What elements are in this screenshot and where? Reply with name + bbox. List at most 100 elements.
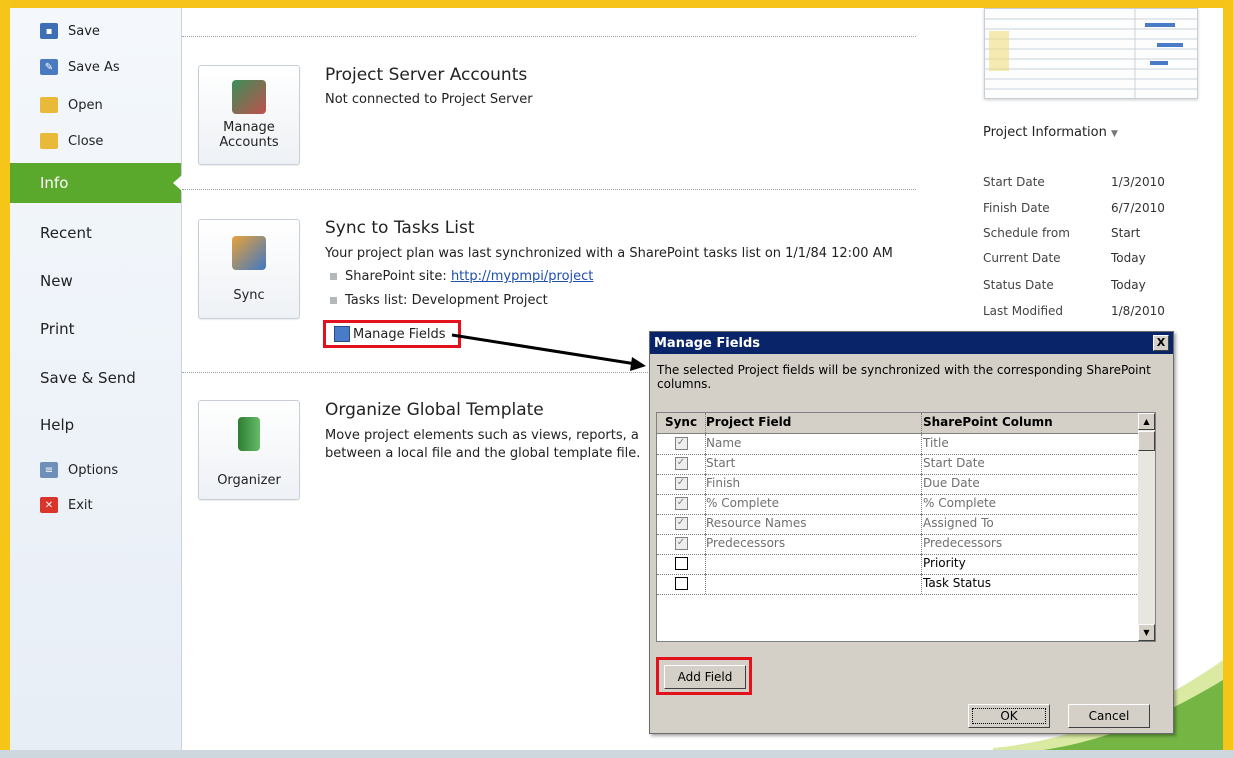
project-field-cell[interactable]: Name — [706, 436, 741, 450]
table-row[interactable]: ✓ Finish Due Date — [657, 474, 1143, 495]
backstage-view: ▪ Save ✎ Save As Open Close Info Recent … — [10, 8, 1223, 750]
organizer-icon — [238, 417, 260, 451]
table-row[interactable]: ✓ Predecessors Predecessors — [657, 534, 1143, 555]
tab-info[interactable]: Info — [10, 163, 182, 203]
table-row[interactable]: ✓ Name Title — [657, 434, 1143, 455]
sharepoint-site-link[interactable]: http://mypmpi/project — [451, 269, 593, 284]
add-field-highlight — [656, 657, 752, 695]
col-project-field[interactable]: Project Field — [706, 415, 791, 429]
sync-checkbox[interactable] — [674, 577, 688, 590]
sync-checkbox[interactable]: ✓ — [674, 477, 688, 490]
info-row: Start Date 1/3/2010 — [983, 175, 1203, 189]
bottom-border — [0, 750, 1233, 758]
options-icon: ≡ — [40, 462, 58, 478]
nav-exit[interactable]: ✕ Exit — [10, 490, 181, 520]
tab-save-send[interactable]: Save & Send — [10, 358, 181, 398]
chevron-down-icon: ▼ — [1111, 129, 1118, 139]
table-row[interactable]: ✓ Resource Names Assigned To — [657, 514, 1143, 535]
dialog-close-button[interactable]: X — [1153, 335, 1169, 351]
table-row[interactable]: ✓ Start Start Date — [657, 454, 1143, 475]
project-field-cell[interactable]: Resource Names — [706, 516, 807, 530]
tab-new[interactable]: New — [10, 261, 181, 301]
tab-new-label: New — [40, 272, 73, 290]
sync-cell: ✓ — [657, 456, 705, 470]
sharepoint-column-cell: Priority — [923, 556, 966, 570]
col-sync[interactable]: Sync — [657, 415, 705, 429]
nav-options[interactable]: ≡ Options — [10, 455, 181, 485]
info-value[interactable]: Today — [1111, 278, 1146, 292]
grid-scrollbar[interactable]: ▲ ▼ — [1138, 413, 1155, 641]
sync-checkbox[interactable]: ✓ — [674, 457, 688, 470]
project-info-title: Project Information — [983, 125, 1107, 140]
nav-options-label: Options — [68, 462, 119, 478]
info-value: 1/8/2010 — [1111, 304, 1165, 318]
project-field-cell[interactable]: Predecessors — [706, 536, 785, 550]
sync-title: Sync to Tasks List — [325, 218, 475, 238]
project-thumbnail — [984, 8, 1198, 99]
tab-help[interactable]: Help — [10, 405, 181, 445]
manage-accounts-label-1: Manage — [223, 120, 275, 135]
nav-open[interactable]: Open — [10, 90, 181, 120]
ok-label: OK — [1000, 709, 1018, 723]
sync-icon — [232, 236, 266, 270]
nav-close-label: Close — [68, 133, 104, 149]
sync-checkbox[interactable]: ✓ — [674, 517, 688, 530]
project-field-cell[interactable]: Start — [706, 456, 735, 470]
table-row[interactable]: Priority — [657, 554, 1143, 575]
project-info-dropdown[interactable]: Project Information ▼ — [983, 125, 1118, 140]
nav-save[interactable]: ▪ Save — [10, 16, 181, 46]
info-value[interactable]: 6/7/2010 — [1111, 201, 1165, 215]
callout-arrow — [451, 333, 646, 371]
nav-close[interactable]: Close — [10, 126, 181, 156]
sharepoint-column-cell: Due Date — [923, 476, 980, 490]
info-value[interactable]: 1/3/2010 — [1111, 175, 1165, 189]
save-icon: ▪ — [40, 23, 58, 39]
backstage-nav: ▪ Save ✎ Save As Open Close Info Recent … — [10, 8, 182, 750]
close-icon: X — [1156, 336, 1166, 349]
exit-icon: ✕ — [40, 497, 58, 513]
manage-accounts-button[interactable]: Manage Accounts — [198, 65, 300, 165]
cancel-label: Cancel — [1088, 709, 1130, 723]
project-field-cell[interactable]: Finish — [706, 476, 740, 490]
info-label: Start Date — [983, 175, 1045, 189]
cancel-button[interactable]: Cancel — [1068, 704, 1150, 728]
sync-cell — [657, 576, 705, 590]
table-row[interactable]: ✓ % Complete % Complete — [657, 494, 1143, 515]
organizer-button-label: Organizer — [217, 473, 281, 488]
tasks-list-label: Tasks list: — [345, 293, 408, 308]
info-row: Schedule from Start — [983, 226, 1203, 240]
tab-recent[interactable]: Recent — [10, 213, 181, 253]
sync-checkbox[interactable] — [674, 557, 688, 570]
sync-button[interactable]: Sync — [198, 219, 300, 319]
manage-fields-link[interactable]: Manage Fields — [323, 320, 461, 348]
sharepoint-column-cell: % Complete — [923, 496, 997, 510]
tab-help-label: Help — [40, 416, 75, 434]
tab-save-send-label: Save & Send — [40, 369, 136, 387]
project-field-cell[interactable]: % Complete — [706, 496, 779, 510]
close-folder-icon — [40, 133, 58, 149]
sync-checkbox[interactable]: ✓ — [674, 537, 688, 550]
tasks-list-line: Tasks list: Development Project — [330, 293, 548, 308]
nav-save-as[interactable]: ✎ Save As — [10, 52, 181, 82]
organizer-button[interactable]: Organizer — [198, 400, 300, 500]
col-sharepoint-column[interactable]: SharePoint Column — [923, 415, 1053, 429]
save-as-icon: ✎ — [40, 59, 58, 75]
sync-cell: ✓ — [657, 516, 705, 530]
sync-cell: ✓ — [657, 496, 705, 510]
tab-print[interactable]: Print — [10, 309, 181, 349]
info-value[interactable]: Start — [1111, 226, 1140, 240]
table-row[interactable]: Task Status — [657, 574, 1143, 595]
dialog-description: The selected Project fields will be sync… — [657, 363, 1151, 391]
scroll-up-button[interactable]: ▲ — [1138, 413, 1155, 430]
scroll-thumb[interactable] — [1138, 431, 1155, 451]
left-border — [0, 0, 10, 758]
sync-checkbox[interactable]: ✓ — [674, 437, 688, 450]
sync-checkbox[interactable]: ✓ — [674, 497, 688, 510]
grid-header: Sync Project Field SharePoint Column — [657, 413, 1143, 434]
sharepoint-column-cell: Predecessors — [923, 536, 1003, 550]
right-border — [1223, 0, 1233, 758]
scroll-down-button[interactable]: ▼ — [1138, 624, 1155, 641]
ok-button[interactable]: OK — [968, 704, 1050, 728]
col-divider — [705, 574, 707, 594]
info-value[interactable]: Today — [1111, 251, 1146, 265]
